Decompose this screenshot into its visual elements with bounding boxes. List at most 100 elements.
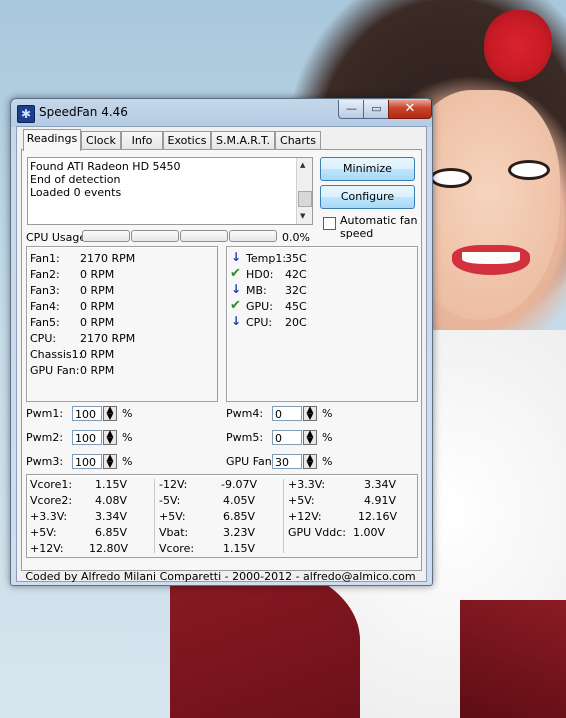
voltage-label: +12V: (30, 542, 64, 555)
event-log[interactable]: Found ATI Radeon HD 5450 End of detectio… (27, 157, 313, 225)
arrow-down-icon: ↓ (231, 250, 242, 264)
tab-smart[interactable]: S.M.A.R.T. (211, 131, 275, 150)
gpu-fan-pwm-label: GPU Fan: (226, 455, 276, 468)
temp-value: 20C (285, 316, 307, 329)
arrow-down-icon: ↓ (231, 282, 242, 296)
voltage-label: +3.3V: (30, 510, 68, 523)
arrow-down-icon: ↓ (231, 314, 242, 328)
configure-button[interactable]: Configure (320, 185, 415, 209)
cpu-usage-bar (180, 230, 228, 242)
cpu-usage-bar (131, 230, 179, 242)
checkmark-icon: ✔ (230, 298, 241, 313)
log-scrollbar[interactable]: ▲ ▼ (296, 158, 312, 224)
pwm1-spinner-icon[interactable]: ▲ ▼ (103, 406, 117, 422)
pwm5-input[interactable]: 0 (272, 430, 302, 445)
temp-label: GPU: (246, 300, 273, 313)
minimize-button[interactable]: Minimize (320, 157, 415, 181)
tab-info[interactable]: Info (121, 131, 163, 150)
window-minimize-button[interactable]: — (338, 100, 365, 119)
fan-label: Fan3: (30, 284, 60, 297)
voltage-label: -5V: (159, 494, 181, 507)
voltage-label: +12V: (288, 510, 322, 523)
tab-readings[interactable]: Readings (23, 129, 81, 151)
fan-value: 0 RPM (80, 364, 115, 377)
voltage-value: 1.00V (353, 526, 386, 539)
voltage-value: 6.85V (223, 510, 256, 523)
fan-value: 0 RPM (80, 284, 115, 297)
voltages-group: Vcore1: 1.15V Vcore2: 4.08V +3.3V: 3.34V… (26, 474, 418, 558)
voltage-value: 3.23V (223, 526, 256, 539)
temp-value: 35C (285, 252, 307, 265)
voltage-value: 12.16V (358, 510, 398, 523)
title-bar[interactable]: ✱ SpeedFan 4.46 — ▭ ✕ (11, 99, 432, 125)
voltage-label: Vbat: (159, 526, 189, 539)
scroll-thumb[interactable] (298, 191, 312, 207)
pwm5-spinner-icon[interactable]: ▲ ▼ (303, 430, 317, 446)
cpu-usage-value: 0.0% (282, 231, 310, 244)
scroll-down-icon[interactable]: ▼ (300, 210, 305, 223)
cpu-usage-bar (82, 230, 130, 242)
gpu-fan-pwm-unit: % (322, 455, 333, 468)
tab-charts[interactable]: Charts (275, 131, 321, 150)
voltage-label: +5V: (288, 494, 315, 507)
status-bar: Coded by Alfredo Milani Comparetti - 200… (21, 570, 420, 583)
tab-exotics[interactable]: Exotics (163, 131, 211, 150)
automatic-fan-speed-checkbox[interactable] (323, 217, 336, 230)
wallpaper-eye-left (430, 168, 472, 188)
voltage-label: Vcore1: (30, 478, 73, 491)
voltage-value: 4.08V (95, 494, 128, 507)
fan-value: 0 RPM (80, 348, 115, 361)
gpu-fan-pwm-spinner-icon[interactable]: ▲ ▼ (303, 454, 317, 470)
voltage-label: Vcore2: (30, 494, 73, 507)
temp-label: Temp1: (246, 252, 287, 265)
pwm5-label: Pwm5: (226, 431, 264, 444)
voltage-value: 12.80V (89, 542, 129, 555)
pwm1-input[interactable]: 100 (72, 406, 102, 421)
window-maximize-button[interactable]: ▭ (363, 100, 390, 119)
fan-label: CPU: (30, 332, 57, 345)
voltage-value: 1.15V (223, 542, 256, 555)
fan-value: 0 RPM (80, 268, 115, 281)
voltage-label: -12V: (159, 478, 188, 491)
speedfan-window: ✱ SpeedFan 4.46 — ▭ ✕ Readings Clock Inf… (10, 98, 433, 586)
fan-label: Fan4: (30, 300, 60, 313)
fan-label: GPU Fan: (30, 364, 80, 377)
fan-value: 0 RPM (80, 316, 115, 329)
scroll-up-icon[interactable]: ▲ (300, 159, 305, 172)
window-client-area: Readings Clock Info Exotics S.M.A.R.T. C… (16, 126, 427, 583)
pwm4-unit: % (322, 407, 333, 420)
temp-value: 32C (285, 284, 307, 297)
gpu-fan-pwm-input[interactable]: 30 (272, 454, 302, 469)
temp-label: HD0: (246, 268, 274, 281)
voltage-label: GPU Vddc: (288, 526, 346, 539)
temp-label: MB: (246, 284, 267, 297)
fan-icon[interactable]: ✱ (17, 105, 35, 123)
pwm3-input[interactable]: 100 (72, 454, 102, 469)
fan-value: 0 RPM (80, 300, 115, 313)
pwm3-spinner-icon[interactable]: ▲ ▼ (103, 454, 117, 470)
fan-label: Fan1: (30, 252, 60, 265)
cpu-usage-label: CPU Usage (26, 231, 87, 244)
tab-clock[interactable]: Clock (81, 131, 121, 150)
pwm1-label: Pwm1: (26, 407, 64, 420)
pwm2-spinner-icon[interactable]: ▲ ▼ (103, 430, 117, 446)
cpu-usage-bar (229, 230, 277, 242)
pwm4-input[interactable]: 0 (272, 406, 302, 421)
pwm4-spinner-icon[interactable]: ▲ ▼ (303, 406, 317, 422)
voltage-value: 3.34V (95, 510, 128, 523)
fan-label: Fan5: (30, 316, 60, 329)
window-close-button[interactable]: ✕ (388, 100, 432, 119)
voltage-value: 6.85V (95, 526, 128, 539)
readings-panel: Found ATI Radeon HD 5450 End of detectio… (21, 149, 422, 571)
checkmark-icon: ✔ (230, 266, 241, 281)
window-title: SpeedFan 4.46 (39, 105, 128, 119)
voltage-label: +5V: (30, 526, 57, 539)
log-line: End of detection (30, 173, 121, 186)
voltage-label: +3.3V: (288, 478, 326, 491)
wallpaper-eye-right (508, 160, 550, 180)
voltage-label: +5V: (159, 510, 186, 523)
temp-value: 42C (285, 268, 307, 281)
pwm2-input[interactable]: 100 (72, 430, 102, 445)
pwm3-label: Pwm3: (26, 455, 64, 468)
temp-value: 45C (285, 300, 307, 313)
